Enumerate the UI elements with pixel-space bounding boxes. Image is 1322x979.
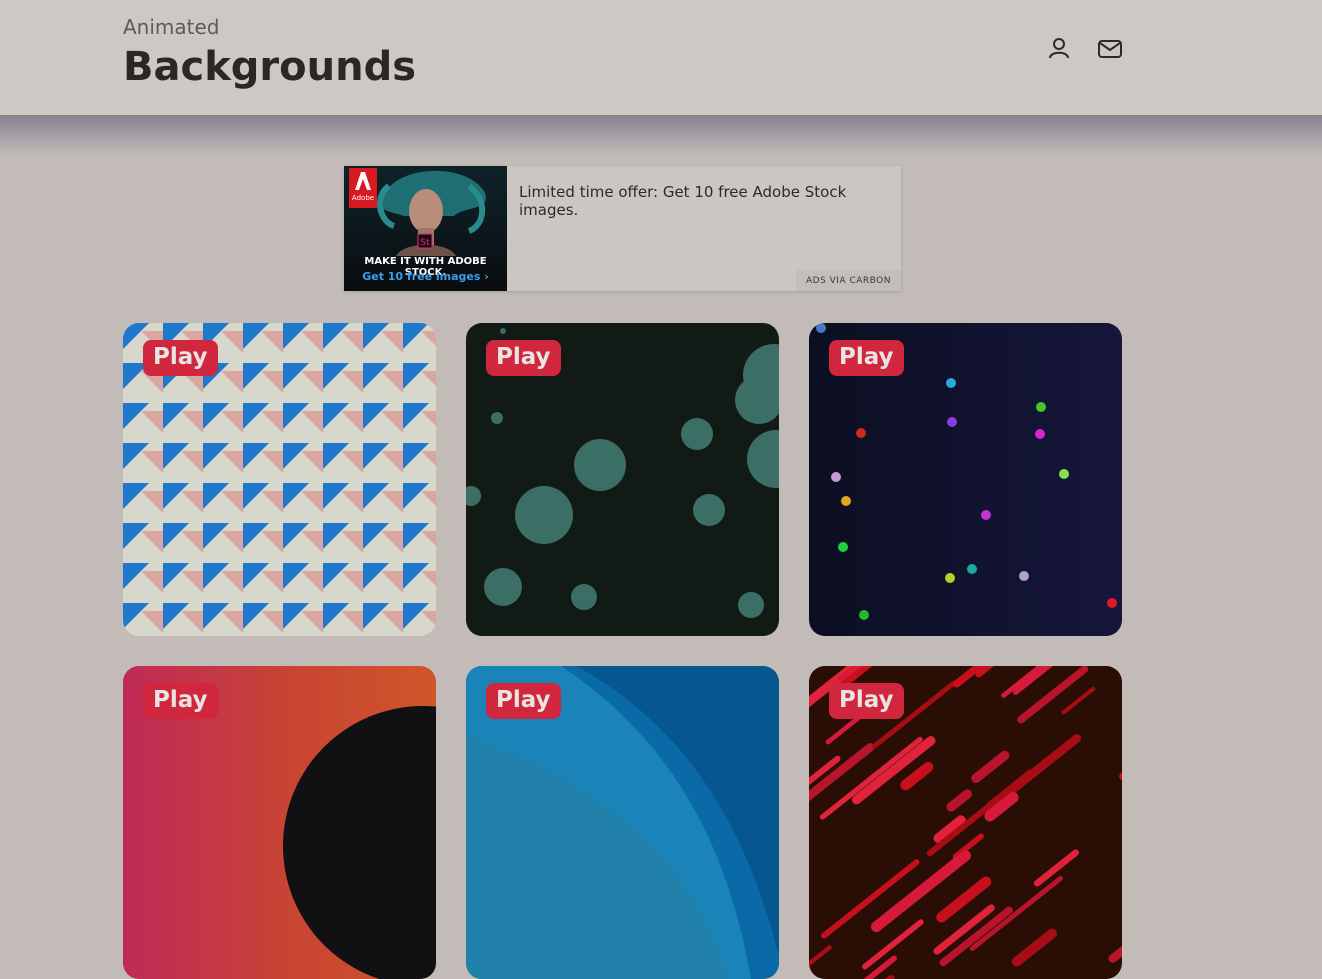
site-title[interactable]: Backgrounds: [123, 44, 416, 90]
user-icon[interactable]: [1046, 35, 1072, 61]
play-button[interactable]: Play: [829, 340, 904, 376]
ad-image[interactable]: St Adobe MAKE IT WITH ADOBE STOCK. Get 1…: [344, 166, 507, 291]
adobe-logo-text: Adobe: [351, 194, 375, 202]
ad-text[interactable]: Limited time offer: Get 10 free Adobe St…: [519, 183, 894, 219]
background-card-particles[interactable]: Play: [809, 323, 1122, 636]
adobe-logo: [349, 168, 377, 208]
ad-product-badge: St: [420, 238, 430, 248]
background-card-eclipse[interactable]: Play: [123, 666, 436, 979]
play-button[interactable]: Play: [486, 340, 561, 376]
site-subtitle: Animated: [123, 15, 220, 39]
play-button[interactable]: Play: [143, 683, 218, 719]
header-shadow: [0, 115, 1322, 155]
mail-icon[interactable]: [1097, 36, 1123, 62]
carbon-ad[interactable]: St Adobe MAKE IT WITH ADOBE STOCK. Get 1…: [344, 166, 901, 291]
background-card-chevron[interactable]: Play: [123, 323, 436, 636]
background-card-streaks[interactable]: Play: [809, 666, 1122, 979]
ads-via-carbon-link[interactable]: ADS VIA CARBON: [795, 270, 901, 291]
background-card-bubbles[interactable]: Play: [466, 323, 779, 636]
background-card-waves[interactable]: Play: [466, 666, 779, 979]
play-button[interactable]: Play: [829, 683, 904, 719]
play-button[interactable]: Play: [486, 683, 561, 719]
play-button[interactable]: Play: [143, 340, 218, 376]
ad-image-cta[interactable]: Get 10 free images ›: [344, 270, 507, 283]
site-header: Animated Backgrounds: [0, 0, 1322, 115]
